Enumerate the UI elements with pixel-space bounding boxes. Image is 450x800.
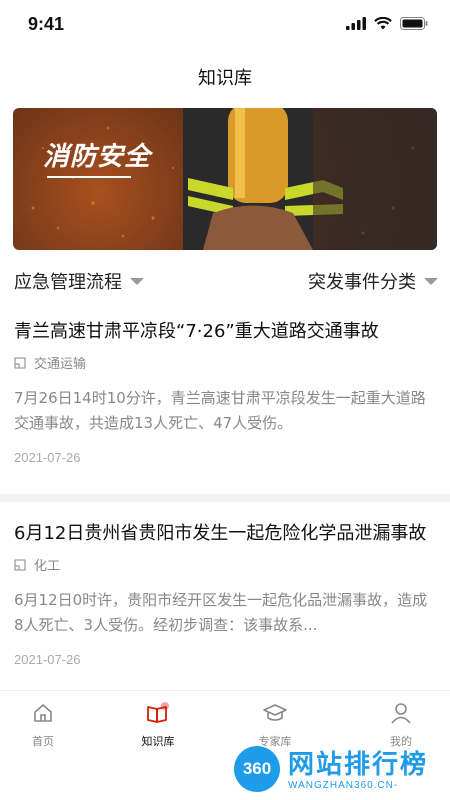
user-icon bbox=[391, 703, 411, 724]
filter-label: 应急管理流程 bbox=[14, 272, 122, 293]
graduation-cap-icon bbox=[263, 704, 287, 721]
watermark-subtitle: WANGZHAN360.CN- bbox=[288, 780, 399, 791]
article-card[interactable]: 6月12日贵州省贵阳市发生一起危险化学品泄漏事故 化工 6月12日0时许，贵阳市… bbox=[0, 520, 450, 667]
incident-category-filter[interactable]: 突发事件分类 bbox=[308, 268, 438, 294]
tag-icon bbox=[14, 356, 26, 369]
article-tag: 化工 bbox=[14, 555, 436, 574]
home-icon bbox=[34, 704, 52, 722]
tag-icon bbox=[14, 558, 26, 571]
article-card[interactable]: 青兰高速甘肃平凉段“7·26”重大道路交通事故 交通运输 7月26日14时10分… bbox=[0, 318, 450, 465]
divider bbox=[0, 494, 450, 502]
article-title: 6月12日贵州省贵阳市发生一起危险化学品泄漏事故 bbox=[14, 523, 427, 544]
filter-row: 应急管理流程 突发事件分类 bbox=[0, 268, 450, 300]
page-title: 知识库 bbox=[198, 68, 252, 89]
tag-label: 化工 bbox=[34, 559, 61, 574]
article-tag: 交通运输 bbox=[14, 353, 436, 372]
article-desc: 6月12日0时许，贵阳市经开区发生一起危化品泄漏事故，造成8人死亡、3人受伤。经… bbox=[14, 591, 428, 634]
status-time: 9:41 bbox=[28, 14, 65, 34]
book-icon bbox=[147, 702, 169, 723]
watermark: 360 网站排行榜 WANGZHAN360.CN- bbox=[234, 742, 444, 798]
caret-down-icon bbox=[130, 277, 144, 285]
caret-down-icon bbox=[424, 277, 438, 285]
article-desc: 7月26日14时10分许，青兰高速甘肃平凉段发生一起重大道路交通事故，共造成13… bbox=[14, 389, 426, 432]
signal-icon bbox=[346, 17, 366, 30]
firefighter-illustration bbox=[31, 108, 437, 250]
watermark-logo: 360 bbox=[234, 746, 280, 792]
status-icons bbox=[346, 17, 428, 30]
article-date: 2021-07-26 bbox=[14, 652, 81, 667]
tag-label: 交通运输 bbox=[34, 357, 87, 372]
wifi-icon bbox=[374, 17, 392, 30]
article-title: 青兰高速甘肃平凉段“7·26”重大道路交通事故 bbox=[14, 321, 379, 342]
tab-knowledge[interactable]: 知识库 bbox=[118, 699, 198, 749]
filter-label: 突发事件分类 bbox=[308, 272, 416, 293]
article-date: 2021-07-26 bbox=[14, 450, 81, 465]
banner-underline bbox=[47, 176, 131, 178]
status-bar: 9:41 bbox=[0, 0, 450, 52]
tab-home[interactable]: 首页 bbox=[3, 699, 83, 749]
banner-title: 消防安全 bbox=[43, 142, 152, 172]
banner-image[interactable]: 消防安全 bbox=[13, 108, 437, 250]
watermark-title: 网站排行榜 bbox=[288, 750, 429, 780]
emergency-process-filter[interactable]: 应急管理流程 bbox=[14, 268, 144, 294]
tab-label: 首页 bbox=[32, 735, 54, 748]
battery-icon bbox=[400, 17, 428, 30]
tab-label: 知识库 bbox=[141, 735, 175, 748]
